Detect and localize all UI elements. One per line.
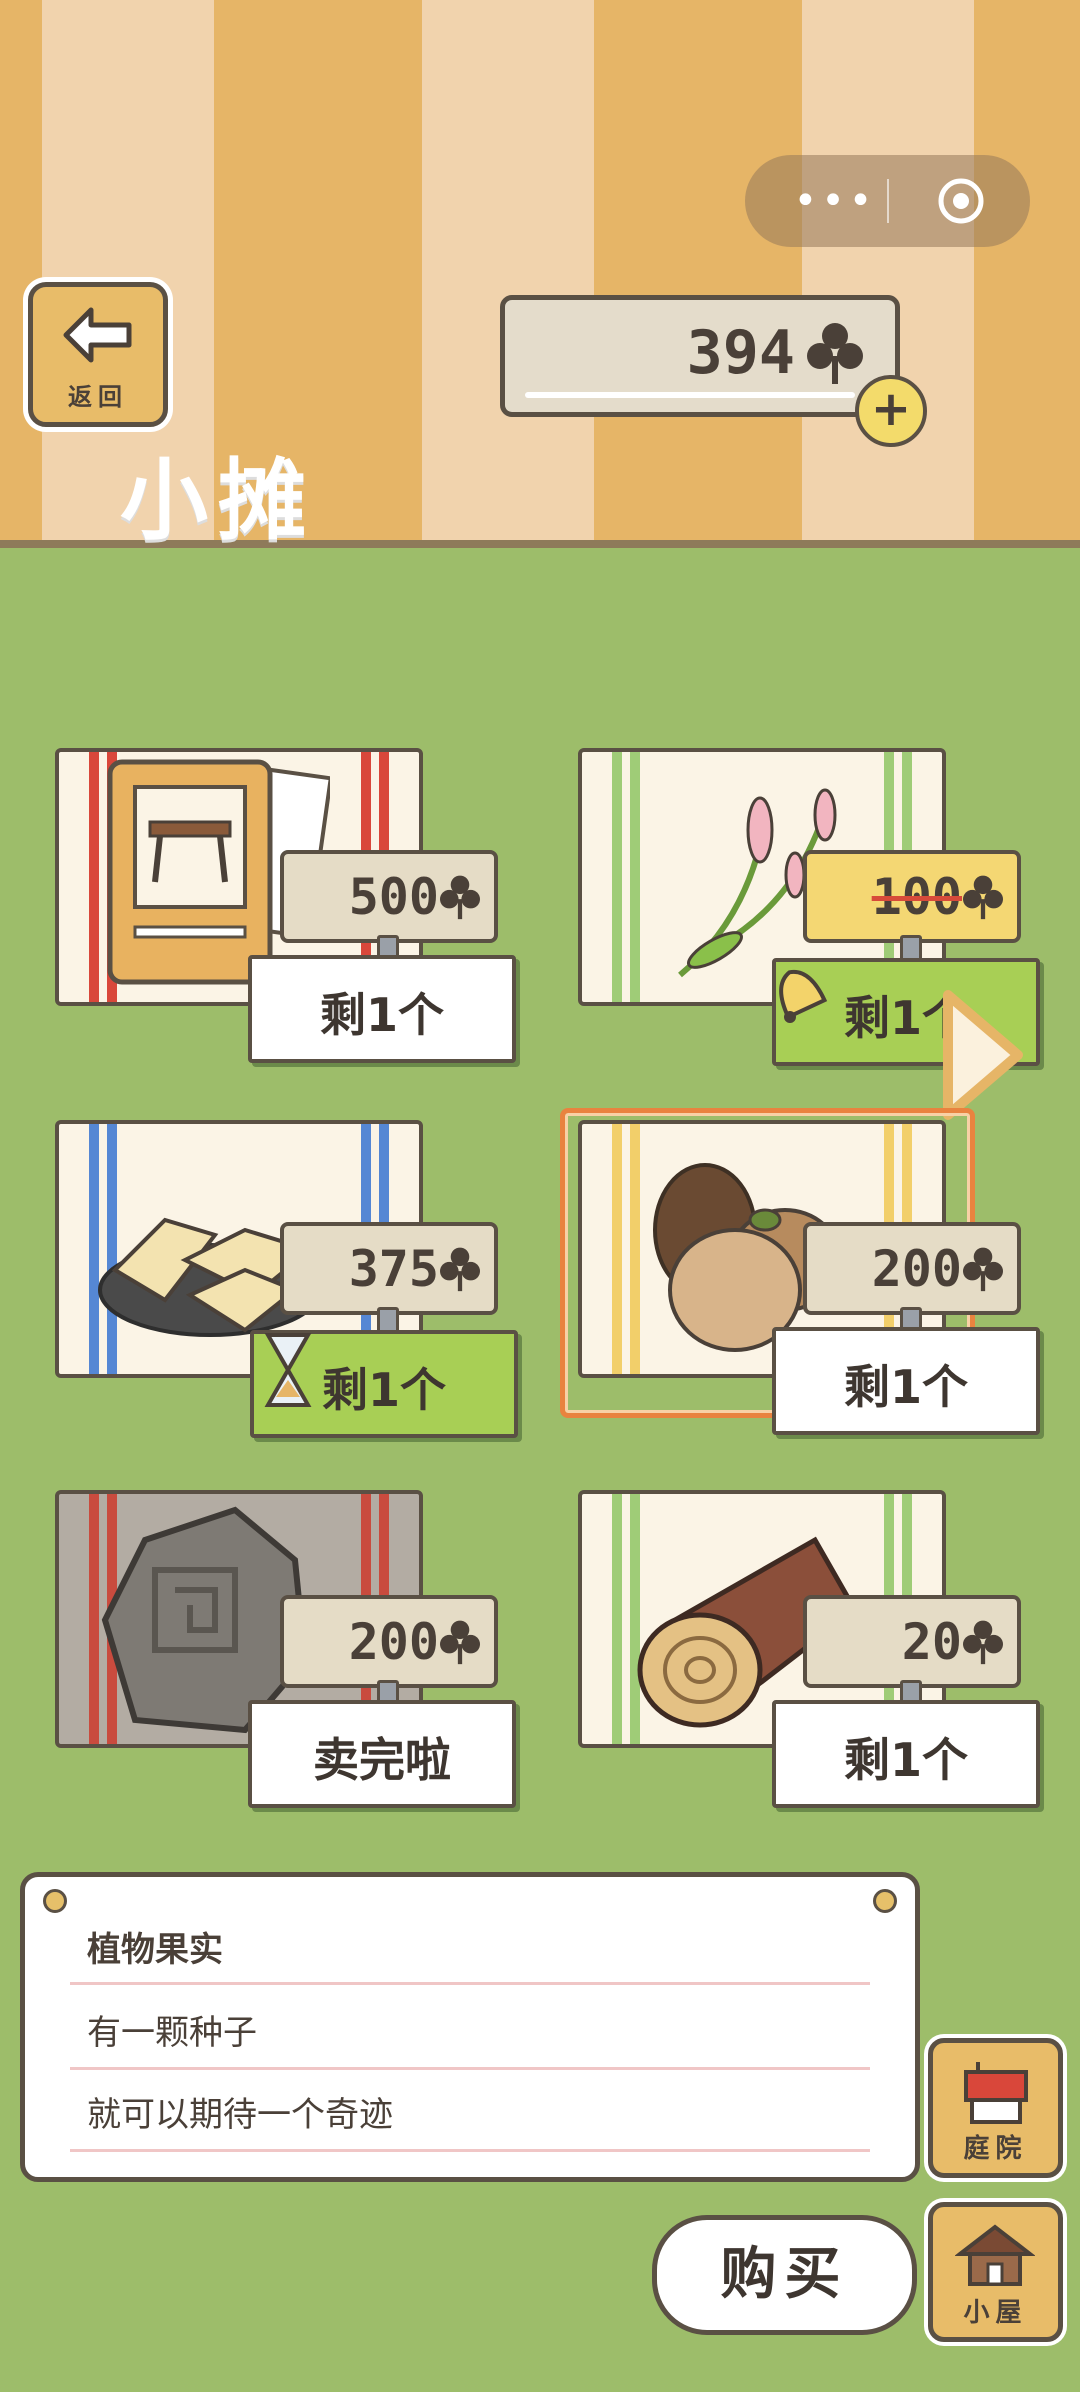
clover-balance: 394	[500, 295, 900, 417]
next-page-arrow-icon[interactable]	[938, 985, 1028, 1125]
buy-button[interactable]: 购买	[652, 2215, 917, 2335]
bell-icon	[779, 969, 828, 1023]
house-label: 小屋	[963, 2298, 1028, 2328]
price-value: 20	[901, 1613, 962, 1671]
plus-icon: +	[870, 381, 912, 437]
price-value: 200	[348, 1613, 439, 1671]
house-icon	[955, 2224, 1035, 2286]
hourglass-icon	[264, 1333, 312, 1407]
cloth-stripe	[612, 1124, 622, 1374]
cloth-stripe	[630, 752, 640, 1002]
more-icon[interactable]: •••	[785, 155, 885, 247]
close-target-icon[interactable]	[935, 175, 987, 227]
price-value-struck: 100	[871, 868, 962, 926]
panel-rule	[70, 1982, 870, 1985]
yard-shop-icon	[964, 2062, 1028, 2124]
price-tag-4: 200	[803, 1222, 1021, 1335]
back-label: 返回	[68, 383, 128, 411]
clover-icon	[963, 875, 1003, 920]
panel-rule	[70, 2149, 870, 2152]
clover-icon	[440, 875, 480, 920]
stock-label-4: 剩1个	[772, 1327, 1040, 1435]
add-clover-button[interactable]: +	[855, 375, 927, 447]
price-tag-2: 100	[803, 850, 1021, 963]
house-button[interactable]: 小屋	[928, 2202, 1063, 2342]
miniprogram-capsule: •••	[745, 155, 1030, 247]
stock-text: 剩1个	[319, 988, 444, 1042]
price-value: 500	[348, 868, 439, 926]
page-title: 小摊	[120, 449, 317, 552]
description-line-1: 有一颗种子	[87, 2013, 257, 2053]
capsule-divider	[887, 179, 889, 223]
clover-icon	[963, 1620, 1003, 1665]
stock-label-6: 剩1个	[772, 1700, 1040, 1808]
arrow-left-icon	[63, 307, 132, 363]
price-tag-6: 20	[803, 1595, 1021, 1708]
price-value: 375	[348, 1240, 439, 1298]
cloth-stripe	[612, 752, 622, 1002]
panel-pin	[43, 1889, 67, 1913]
cloth-stripe	[89, 752, 99, 1002]
clover-icon	[440, 1620, 480, 1665]
stock-label-1: 剩1个	[248, 955, 516, 1063]
clover-icon	[440, 1247, 480, 1292]
back-button[interactable]: 返回	[28, 282, 168, 427]
clover-icon	[963, 1247, 1003, 1292]
buy-label: 购买	[720, 2242, 849, 2307]
panel-rule	[70, 2067, 870, 2070]
item-description-panel: 植物果实 有一颗种子 就可以期待一个奇迹	[20, 1872, 920, 2182]
balance-shine	[525, 392, 855, 398]
clover-icon	[807, 323, 863, 384]
yard-label: 庭院	[963, 2134, 1028, 2164]
stock-text: 剩1个	[843, 1733, 968, 1787]
stock-text: 剩1个	[843, 1360, 968, 1414]
description-line-2: 就可以期待一个奇迹	[87, 2095, 393, 2135]
stock-label-5: 卖完啦	[248, 1700, 516, 1808]
stock-text: 卖完啦	[313, 1733, 451, 1787]
price-value: 200	[871, 1240, 962, 1298]
price-tag-3: 375	[280, 1222, 498, 1335]
panel-pin	[873, 1889, 897, 1913]
price-tag-5: 200	[280, 1595, 498, 1708]
item-name: 植物果实	[87, 1930, 223, 1970]
price-tag-1: 500	[280, 850, 498, 963]
clover-count: 394	[686, 318, 795, 388]
yard-button[interactable]: 庭院	[928, 2038, 1063, 2178]
